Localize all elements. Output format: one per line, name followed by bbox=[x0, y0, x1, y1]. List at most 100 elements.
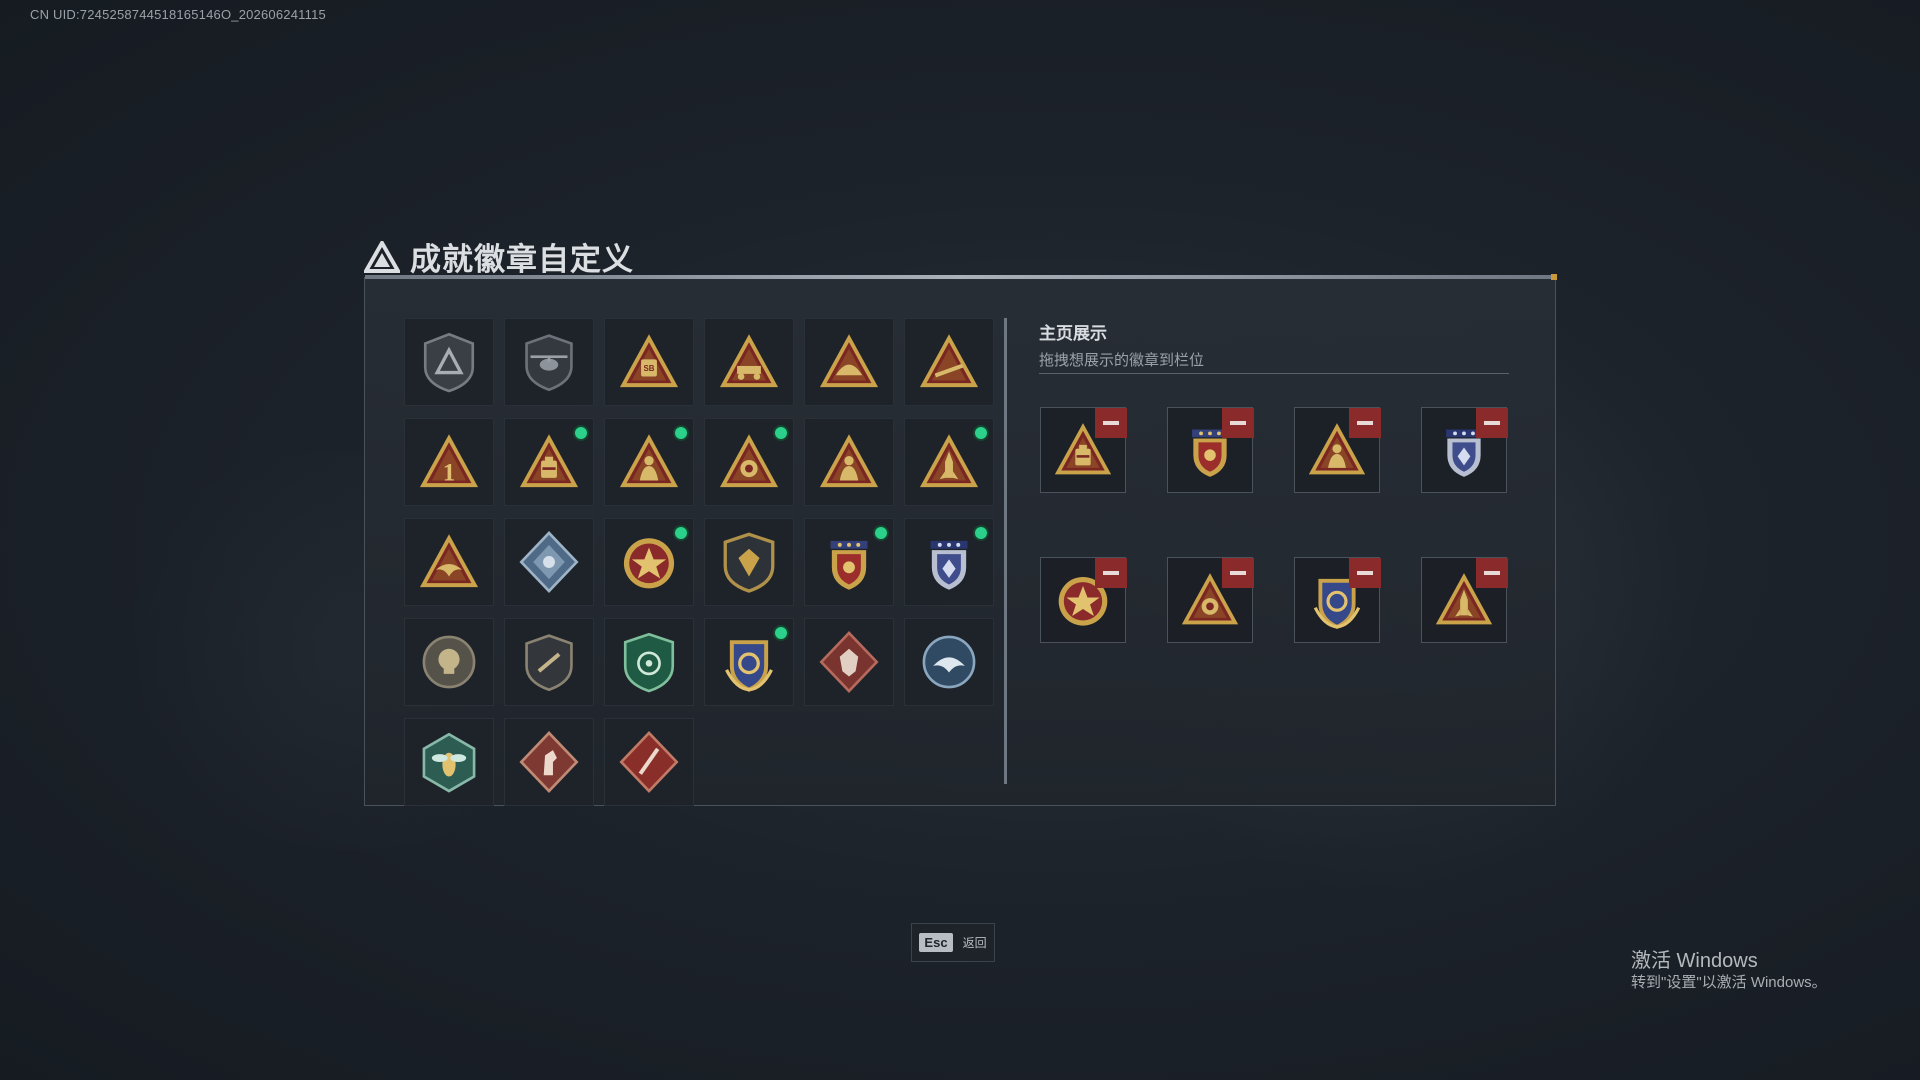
bag-triangle-badge-icon bbox=[519, 434, 579, 488]
showcase-slot[interactable] bbox=[1040, 557, 1127, 643]
showcase-slot[interactable] bbox=[1040, 407, 1127, 493]
badge-cell[interactable] bbox=[804, 518, 894, 606]
badge-cell[interactable]: 1 bbox=[404, 418, 494, 506]
badge-panel: SB 1 主页展示 拖拽想展示的徽章到栏位 bbox=[364, 274, 1557, 806]
remove-badge-button[interactable] bbox=[1095, 408, 1127, 438]
green-target-badge-icon bbox=[623, 632, 675, 693]
dark-shield-badge-icon bbox=[723, 532, 775, 593]
remove-badge-button[interactable] bbox=[1095, 558, 1127, 588]
panel-top-border bbox=[365, 275, 1555, 279]
badge-cell[interactable] bbox=[804, 618, 894, 706]
badge-cell[interactable] bbox=[804, 418, 894, 506]
eagle-round-badge-icon bbox=[922, 635, 976, 689]
remove-badge-button[interactable] bbox=[1222, 558, 1254, 588]
badge-cell[interactable] bbox=[504, 518, 594, 606]
blue-crest-badge-icon bbox=[930, 540, 968, 590]
badge-cell[interactable] bbox=[404, 618, 494, 706]
page-title: 成就徽章自定义 bbox=[410, 242, 634, 277]
remove-badge-button[interactable] bbox=[1476, 408, 1508, 438]
svg-text:1: 1 bbox=[443, 459, 456, 486]
badge-cell[interactable] bbox=[404, 518, 494, 606]
new-indicator-dot bbox=[775, 427, 787, 439]
vehicle-triangle-badge-icon bbox=[719, 334, 779, 388]
star-medal-badge-icon bbox=[623, 538, 675, 589]
badge-cell[interactable] bbox=[904, 418, 994, 506]
badge-cell[interactable] bbox=[404, 718, 494, 806]
minus-icon bbox=[1357, 421, 1373, 425]
badge-cell[interactable] bbox=[804, 318, 894, 406]
showcase-slot[interactable] bbox=[1167, 407, 1254, 493]
new-indicator-dot bbox=[875, 527, 887, 539]
logo-triangle-icon bbox=[364, 240, 400, 273]
back-button[interactable]: Esc 返回 bbox=[911, 923, 995, 962]
showcase-header: 主页展示 拖拽想展示的徽章到栏位 bbox=[1039, 319, 1204, 370]
soldier-triangle-badge-icon bbox=[619, 434, 679, 488]
new-indicator-dot bbox=[975, 527, 987, 539]
badge-cell[interactable] bbox=[504, 418, 594, 506]
shield-triangle-badge-icon bbox=[423, 332, 475, 393]
badge-cell[interactable] bbox=[904, 518, 994, 606]
badge-cell[interactable] bbox=[704, 518, 794, 606]
squad-triangle-badge-icon bbox=[819, 434, 879, 488]
horse-diamond-badge-icon bbox=[519, 731, 579, 793]
diamond-blue-badge-icon bbox=[519, 531, 579, 593]
remove-badge-button[interactable] bbox=[1349, 558, 1381, 588]
sword-diamond-badge-icon bbox=[619, 731, 679, 793]
rifle-triangle-badge-icon bbox=[919, 334, 979, 388]
remove-badge-button[interactable] bbox=[1222, 408, 1254, 438]
back-label: 返回 bbox=[962, 936, 987, 950]
minus-icon bbox=[1484, 571, 1500, 575]
badge-cell[interactable] bbox=[704, 318, 794, 406]
remove-badge-button[interactable] bbox=[1349, 408, 1381, 438]
new-indicator-dot bbox=[775, 627, 787, 639]
wolf-diamond-badge-icon bbox=[819, 631, 879, 693]
wasp-hex-badge-icon bbox=[422, 732, 476, 793]
esc-key-hint: Esc bbox=[919, 933, 953, 952]
badge-cell[interactable] bbox=[604, 718, 694, 806]
badge-cell[interactable] bbox=[904, 318, 994, 406]
showcase-slot[interactable] bbox=[1421, 557, 1508, 643]
showcase-slot[interactable] bbox=[1294, 407, 1381, 493]
lion-triangle-badge-icon bbox=[719, 434, 779, 488]
activation-watermark-title: 激活 Windows bbox=[1631, 950, 1758, 972]
golden-wreath-badge-icon bbox=[725, 640, 773, 692]
badge-cell[interactable] bbox=[604, 618, 694, 706]
badge-cell[interactable] bbox=[404, 318, 494, 406]
showcase-divider bbox=[1039, 373, 1509, 374]
new-indicator-dot bbox=[675, 527, 687, 539]
rocket-triangle-badge-icon bbox=[919, 434, 979, 488]
showcase-slot[interactable] bbox=[1167, 557, 1254, 643]
badge-cell[interactable] bbox=[904, 618, 994, 706]
badge-cell[interactable] bbox=[704, 618, 794, 706]
remove-badge-button[interactable] bbox=[1476, 558, 1508, 588]
eagle-triangle-badge-icon bbox=[419, 534, 479, 588]
minus-icon bbox=[1357, 571, 1373, 575]
panel-corner-accent bbox=[1551, 274, 1557, 280]
svg-text:SB: SB bbox=[644, 364, 655, 373]
showcase-title: 主页展示 bbox=[1039, 324, 1107, 343]
helicopter-badge-icon bbox=[525, 334, 573, 392]
badge-cell[interactable] bbox=[504, 718, 594, 806]
minus-icon bbox=[1230, 571, 1246, 575]
hat-triangle-badge-icon bbox=[819, 334, 879, 388]
new-indicator-dot bbox=[575, 427, 587, 439]
showcase-slot[interactable] bbox=[1294, 557, 1381, 643]
badge-cell[interactable] bbox=[704, 418, 794, 506]
round-skull-badge-icon bbox=[422, 635, 476, 689]
uid-label: CN UID:7245258744518165146O_202606241115 bbox=[30, 7, 326, 22]
minus-icon bbox=[1103, 421, 1119, 425]
minus-icon bbox=[1230, 421, 1246, 425]
showcase-subtitle: 拖拽想展示的徽章到栏位 bbox=[1039, 352, 1205, 369]
badge-cell[interactable] bbox=[604, 418, 694, 506]
panel-divider bbox=[1004, 318, 1007, 784]
badge-cell[interactable] bbox=[504, 318, 594, 406]
minus-icon bbox=[1484, 421, 1500, 425]
showcase-slot[interactable] bbox=[1421, 407, 1508, 493]
badge-cell[interactable] bbox=[504, 618, 594, 706]
badge-cell[interactable] bbox=[604, 518, 694, 606]
badge-grid: SB 1 bbox=[404, 318, 996, 806]
new-indicator-dot bbox=[675, 427, 687, 439]
new-indicator-dot bbox=[975, 427, 987, 439]
sb-triangle-badge-icon: SB bbox=[619, 334, 679, 388]
badge-cell[interactable]: SB bbox=[604, 318, 694, 406]
